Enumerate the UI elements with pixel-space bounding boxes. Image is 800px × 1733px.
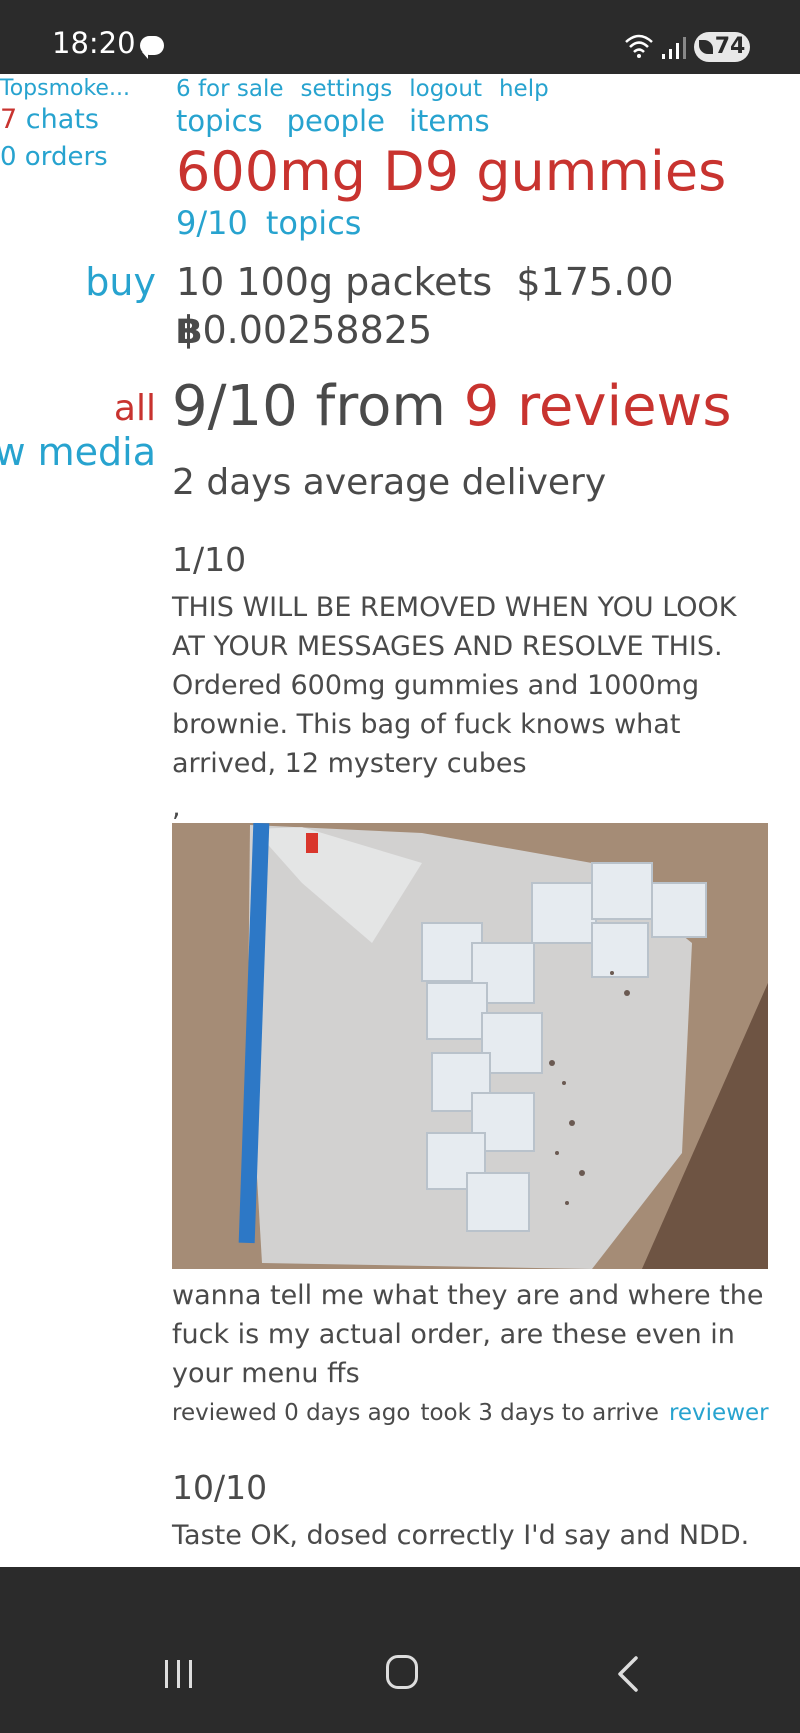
price-btc-line: ฿0.00258825: [176, 308, 432, 352]
page-content: Topsmoke... 7 chats 0 orders 6 for sale s…: [0, 74, 800, 1567]
nav-logout[interactable]: logout: [409, 76, 482, 102]
wifi-icon: [625, 34, 653, 58]
chat-bubble-icon: [140, 36, 164, 59]
review-text-continued: wanna tell me what they are and where th…: [172, 1280, 764, 1389]
nav-settings[interactable]: settings: [301, 76, 393, 102]
rating-text: 9/10 from: [172, 374, 464, 439]
review-text: THIS WILL BE REMOVED WHEN YOU LOOK AT YO…: [172, 592, 737, 779]
price-btc: 0.00258825: [202, 308, 433, 352]
rating-summary: 9/10 from 9 reviews: [172, 374, 732, 439]
chats-count: 7: [0, 104, 18, 135]
review-delivery-time: took 3 days to arrive: [420, 1400, 659, 1426]
review-date: reviewed 0 days ago: [172, 1400, 411, 1426]
review-photo-image: [172, 823, 768, 1269]
chats-label: chats: [17, 104, 99, 135]
battery-level: 74: [714, 34, 746, 59]
page-title: 600mg D9 gummies: [176, 140, 727, 203]
listing-subnav: 9/10 topics: [176, 204, 379, 242]
average-delivery: 2 days average delivery: [172, 462, 607, 503]
review-score: 10/10: [172, 1468, 268, 1507]
review-separator: ,: [172, 792, 181, 823]
buy-button[interactable]: buy: [85, 260, 156, 304]
nav-items[interactable]: items: [409, 104, 490, 138]
signal-icon: [662, 37, 686, 59]
review-photo[interactable]: [172, 823, 768, 1269]
status-bar: 18:20 74: [0, 0, 800, 74]
top-nav: 6 for sale settings logout help: [176, 76, 566, 102]
home-icon[interactable]: [386, 1655, 418, 1689]
filter-media-link[interactable]: w media: [0, 430, 156, 474]
recent-apps-icon[interactable]: [162, 1658, 196, 1690]
nav-help[interactable]: help: [499, 76, 549, 102]
quantity: 10 100g packets: [176, 260, 493, 304]
bitcoin-icon: ฿: [176, 308, 203, 352]
review-text: Taste OK, dosed correctly I'd say and ND…: [172, 1520, 750, 1551]
main-nav: topics people items: [176, 104, 514, 138]
price-usd: $175.00: [516, 260, 674, 304]
orders-link[interactable]: 0 orders: [0, 142, 108, 172]
nav-people[interactable]: people: [287, 104, 385, 138]
status-time: 18:20: [52, 26, 136, 60]
reviewer-link[interactable]: reviewer: [669, 1400, 769, 1426]
filter-all-link[interactable]: all: [114, 388, 156, 429]
nav-topics[interactable]: topics: [176, 104, 263, 138]
chats-link[interactable]: 7 chats: [0, 104, 99, 135]
reviews-link[interactable]: 9 reviews: [464, 374, 732, 439]
topics-link[interactable]: topics: [266, 204, 362, 242]
system-nav-bar: [0, 1567, 800, 1733]
review-score: 1/10: [172, 540, 247, 579]
nav-for-sale[interactable]: 6 for sale: [176, 76, 284, 102]
rating-short-link[interactable]: 9/10: [176, 204, 248, 242]
price-line: 10 100g packets $175.00: [176, 260, 674, 304]
review-meta: reviewed 0 days ago took 3 days to arrive…: [172, 1400, 769, 1426]
battery-icon: 74: [694, 32, 750, 62]
site-link[interactable]: Topsmoke...: [0, 76, 130, 101]
back-icon[interactable]: [612, 1655, 642, 1693]
